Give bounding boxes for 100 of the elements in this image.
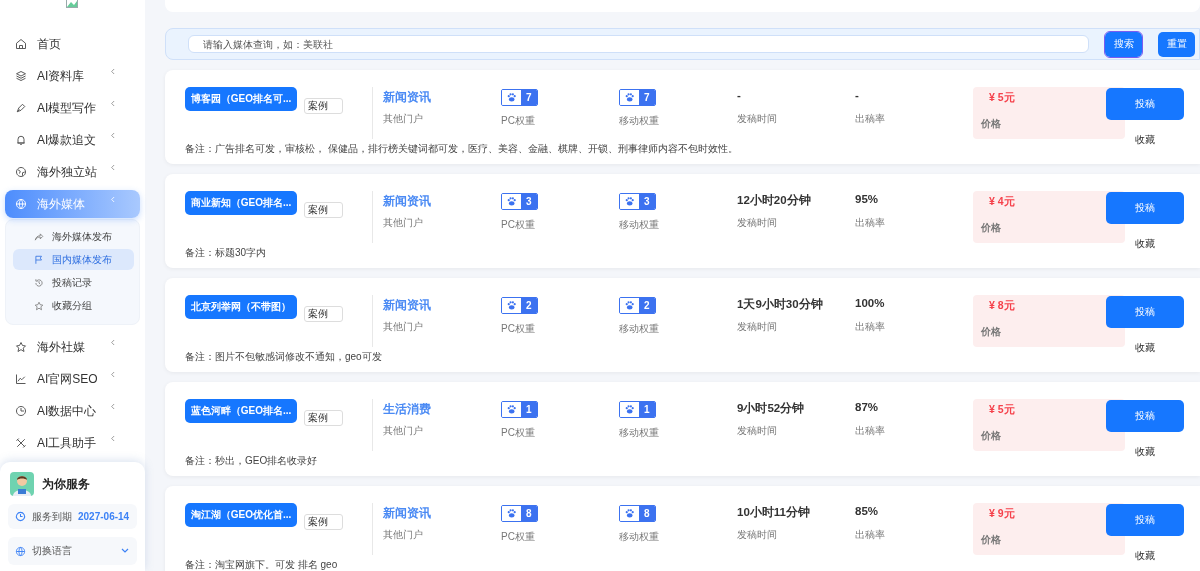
chevron-icon — [110, 100, 115, 107]
stat-value: 87% — [855, 401, 879, 415]
submenu-item[interactable]: 海外媒体发布 — [13, 226, 134, 247]
field-label: 其他门户 — [383, 528, 423, 542]
layers-icon — [15, 70, 27, 82]
field-label: 出稿率 — [855, 424, 885, 438]
submenu-item[interactable]: 收藏分组 — [13, 295, 134, 316]
case-button[interactable]: 案例 — [304, 514, 343, 530]
language-dropdown[interactable]: 切换语言 — [8, 537, 137, 565]
nav-item[interactable]: AI模型写作 — [5, 94, 140, 122]
expiry-label: 服务到期 — [32, 509, 72, 524]
field-label: 移动权重 — [619, 426, 659, 440]
category-value: 新闻资讯 — [383, 297, 431, 314]
field-label: 移动权重 — [619, 322, 659, 336]
chevron-icon — [110, 371, 115, 378]
media-name-button[interactable]: 蓝色河畔（GEO排名... — [185, 399, 297, 423]
weight-badge: 7 — [501, 89, 538, 106]
field-label: 出稿率 — [855, 216, 885, 230]
chevron-icon — [110, 435, 115, 442]
globe-icon — [15, 198, 27, 210]
tools-icon — [15, 437, 27, 449]
weight-badge: 2 — [501, 297, 538, 314]
weight-badge: 8 — [619, 505, 656, 522]
nav-item[interactable]: 海外独立站 — [5, 158, 140, 186]
favorite-link[interactable]: 收藏 — [1135, 549, 1155, 563]
note-text: 备注：淘宝网旗下。可发 排名 geo — [185, 558, 339, 571]
nav-item[interactable]: AI工具助手 — [5, 429, 140, 457]
field-label: 其他门户 — [383, 424, 423, 438]
chevron-icon — [110, 403, 115, 410]
weight-badge: 8 — [501, 505, 538, 522]
favorite-link[interactable]: 收藏 — [1135, 445, 1155, 459]
nav-item[interactable]: AI官网SEO — [5, 365, 140, 393]
nav-item[interactable]: AI资料库 — [5, 62, 140, 90]
favorite-link[interactable]: 收藏 — [1135, 341, 1155, 355]
submenu-item[interactable]: 国内媒体发布 — [13, 249, 134, 270]
field-label: PC权重 — [501, 530, 535, 544]
chart-icon — [15, 373, 27, 385]
note-text: 备注：图片不包敏感词修改不通知，geo可发 — [185, 350, 383, 364]
note-text: 备注：秒出，GEO排名收录好 — [185, 454, 319, 468]
submit-button[interactable]: 投稿 — [1106, 400, 1184, 432]
reset-button[interactable]: 重置 — [1158, 31, 1195, 57]
nav-item[interactable]: AI数据中心 — [5, 397, 140, 425]
field-label: 价格 — [981, 325, 1001, 339]
field-label: 发稿时间 — [737, 112, 777, 126]
star-icon — [15, 341, 27, 353]
clock-icon — [15, 511, 26, 522]
stat-value: 100% — [855, 297, 885, 311]
weight-badge: 3 — [619, 193, 656, 210]
field-label: 发稿时间 — [737, 424, 777, 438]
field-label: 移动权重 — [619, 114, 659, 128]
submit-button[interactable]: 投稿 — [1106, 88, 1184, 120]
favorite-link[interactable]: 收藏 — [1135, 237, 1155, 251]
case-button[interactable]: 案例 — [304, 410, 343, 426]
field-label: 其他门户 — [383, 320, 423, 334]
stat-value: 12小时20分钟 — [737, 193, 811, 208]
category-value: 生活消费 — [383, 401, 431, 418]
field-label: 出稿率 — [855, 112, 885, 126]
field-label: 移动权重 — [619, 218, 659, 232]
submit-button[interactable]: 投稿 — [1106, 192, 1184, 224]
expiry-date: 2027-06-14 — [78, 511, 130, 522]
nav-item[interactable]: 海外社媒 — [5, 333, 140, 361]
weight-badge: 3 — [501, 193, 538, 210]
service-title: 为你服务 — [42, 475, 90, 493]
nav-item[interactable]: 首页 — [5, 30, 140, 58]
case-button[interactable]: 案例 — [304, 202, 343, 218]
chevron-down-icon — [121, 548, 129, 554]
stat-value: - — [855, 89, 859, 103]
category-value: 新闻资讯 — [383, 193, 431, 210]
field-label: 移动权重 — [619, 530, 659, 544]
history-icon — [34, 277, 44, 288]
case-button[interactable]: 案例 — [304, 306, 343, 322]
field-label: 发稿时间 — [737, 216, 777, 230]
field-label: 发稿时间 — [737, 528, 777, 542]
stat-value: 10小时11分钟 — [737, 505, 810, 520]
field-label: PC权重 — [501, 218, 535, 232]
search-field[interactable]: 请输入媒体查询，如：美联社 — [188, 35, 1089, 53]
submenu-item[interactable]: 投稿记录 — [13, 272, 134, 293]
field-label: PC权重 — [501, 426, 535, 440]
media-name-button[interactable]: 北京列举网（不带图） — [185, 295, 297, 319]
weight-badge: 7 — [619, 89, 656, 106]
note-text: 备注：广告排名可发，审核松， 保健品，排行榜关键词都可发，医疗、美容、金融、棋牌、开锁、刑事律师内容不包时效性。 — [185, 142, 739, 156]
favorite-link[interactable]: 收藏 — [1135, 133, 1155, 147]
stat-value: 1天9小时30分钟 — [737, 297, 823, 312]
home-icon — [15, 38, 27, 50]
share-icon — [34, 231, 44, 242]
case-button[interactable]: 案例 — [304, 98, 343, 114]
chevron-icon — [110, 339, 115, 346]
media-name-button[interactable]: 淘江湖（GEO优化首... — [185, 503, 297, 527]
media-name-button[interactable]: 商业新知（GEO排名... — [185, 191, 297, 215]
category-value: 新闻资讯 — [383, 89, 431, 106]
media-name-button[interactable]: 博客园（GEO排名可... — [185, 87, 297, 111]
submit-button[interactable]: 投稿 — [1106, 504, 1184, 536]
stat-value: 85% — [855, 505, 879, 519]
submit-button[interactable]: 投稿 — [1106, 296, 1184, 328]
stat-value: 9小时52分钟 — [737, 401, 805, 416]
chevron-icon — [110, 164, 115, 171]
nav-item[interactable]: AI爆款追文 — [5, 126, 140, 154]
field-label: 发稿时间 — [737, 320, 777, 334]
field-label: 其他门户 — [383, 112, 423, 126]
search-button[interactable]: 搜索 — [1105, 31, 1142, 57]
